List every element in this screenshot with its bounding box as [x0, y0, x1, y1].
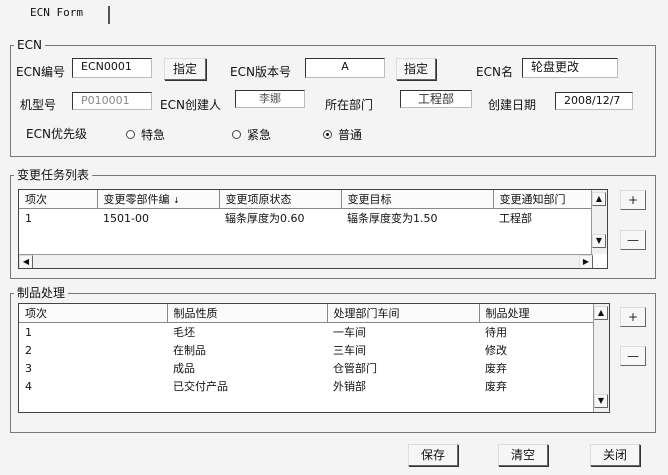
table-row[interactable]: 3 成品 仓管部门 废弃 [19, 359, 593, 377]
table-cell: 3 [25, 361, 32, 375]
table-cell: 在制品 [173, 344, 206, 357]
ecn-no-label: ECN编号 [16, 65, 65, 79]
column-header[interactable]: 制品性质 [167, 304, 328, 323]
priority-option-label: 特急 [141, 128, 166, 142]
table-cell: 1 [25, 325, 32, 339]
table-cell: 工程部 [499, 212, 532, 225]
scroll-down-icon[interactable]: ▼ [592, 234, 606, 248]
products-group-label: 制品处理 [14, 286, 69, 300]
close-button[interactable]: 关闭 [590, 444, 640, 466]
table-cell: 4 [25, 379, 32, 393]
column-header[interactable]: 变更项原状态 [219, 190, 342, 209]
scroll-left-icon[interactable]: ◀ [19, 255, 33, 268]
priority-label: ECN优先级 [26, 127, 87, 141]
date-label: 创建日期 [488, 98, 537, 112]
tasks-group-label: 变更任务列表 [14, 168, 93, 182]
table-row[interactable]: 1 1501-00 辐条厚度为0.60 辐条厚度变为1.50 工程部 [19, 209, 593, 228]
priority-radio-urgent[interactable]: 特急 [126, 126, 165, 143]
add-product-button[interactable]: + [620, 307, 646, 327]
table-cell: 三车间 [333, 344, 366, 357]
remove-product-button[interactable]: — [620, 346, 646, 366]
table-cell: 成品 [173, 362, 195, 375]
model-field[interactable]: P010001 [72, 92, 152, 110]
column-header[interactable]: 变更零部件编 ↓ [97, 190, 220, 209]
assign-ecn-no-button[interactable]: 指定 [164, 58, 206, 80]
clear-button[interactable]: 清空 [498, 444, 548, 466]
remove-task-button[interactable]: — [620, 230, 646, 250]
assign-version-button[interactable]: 指定 [396, 58, 436, 80]
ecn-name-label: ECN名 [476, 65, 513, 79]
date-field[interactable]: 2008/12/7 [555, 92, 633, 110]
table-cell: 废弃 [485, 380, 507, 393]
tasks-vertical-scrollbar[interactable]: ▲ ▼ [591, 190, 607, 254]
column-header[interactable]: 项次 [19, 190, 98, 209]
column-header[interactable]: 变更目标 [341, 190, 494, 209]
table-cell: 2 [25, 343, 32, 357]
ecn-group-label: ECN [14, 38, 45, 52]
priority-radio-emergency[interactable]: 紧急 [232, 126, 271, 143]
priority-radio-normal[interactable]: 普通 [323, 126, 362, 143]
column-header-text: 变更零部件编 [103, 193, 170, 206]
column-header[interactable]: 变更通知部门 [493, 190, 594, 209]
table-cell: 辐条厚度变为1.50 [347, 212, 438, 225]
radio-icon [232, 130, 241, 139]
table-cell: 毛坯 [173, 326, 195, 339]
column-header[interactable]: 项次 [19, 304, 168, 323]
radio-selected-icon [323, 130, 332, 139]
priority-option-label: 普通 [338, 128, 363, 142]
table-cell: 废弃 [485, 362, 507, 375]
products-vertical-scrollbar[interactable]: ▲ ▼ [593, 304, 609, 412]
tasks-horizontal-scrollbar[interactable]: ◀ ▶ [19, 254, 593, 268]
ecn-name-field[interactable]: 轮盘更改 [522, 58, 618, 78]
sort-icon: ↓ [173, 196, 180, 205]
radio-icon [126, 130, 135, 139]
version-label: ECN版本号 [230, 65, 291, 79]
scroll-right-icon[interactable]: ▶ [579, 255, 593, 268]
products-grid[interactable]: 项次 制品性质 处理部门车间 制品处理 1 毛坯 一车间 待用 2 在制品 三车… [18, 303, 610, 413]
column-header[interactable]: 制品处理 [479, 304, 594, 323]
version-field[interactable]: A [305, 58, 385, 78]
table-row[interactable]: 1 毛坯 一车间 待用 [19, 323, 593, 342]
tasks-grid[interactable]: 项次 变更零部件编 ↓ 变更项原状态 变更目标 变更通知部门 1 1501-00… [18, 189, 608, 269]
dept-label: 所在部门 [325, 98, 374, 112]
table-cell: 仓管部门 [333, 362, 377, 375]
tab-divider [108, 6, 110, 24]
table-row[interactable]: 4 已交付产品 外销部 废弃 [19, 377, 593, 395]
table-cell: 辐条厚度为0.60 [225, 212, 305, 225]
tab-title[interactable]: ECN Form [30, 6, 83, 19]
ecn-no-field[interactable]: ECN0001 [72, 58, 152, 78]
dept-field[interactable]: 工程部 [400, 90, 472, 108]
table-row[interactable]: 2 在制品 三车间 修改 [19, 341, 593, 359]
scroll-up-icon[interactable]: ▲ [594, 306, 608, 320]
scroll-up-icon[interactable]: ▲ [592, 192, 606, 206]
model-label: 机型号 [20, 98, 57, 112]
table-cell: 1 [25, 211, 32, 225]
table-cell: 修改 [485, 344, 507, 357]
table-cell: 外销部 [333, 380, 366, 393]
table-cell: 1501-00 [103, 211, 149, 225]
table-cell: 已交付产品 [173, 380, 228, 393]
column-header[interactable]: 处理部门车间 [327, 304, 480, 323]
scroll-down-icon[interactable]: ▼ [594, 394, 608, 408]
priority-option-label: 紧急 [247, 128, 272, 142]
creator-label: ECN创建人 [160, 98, 221, 112]
add-task-button[interactable]: + [620, 190, 646, 210]
creator-field[interactable]: 李娜 [235, 90, 305, 108]
table-cell: 一车间 [333, 326, 366, 339]
table-cell: 待用 [485, 326, 507, 339]
save-button[interactable]: 保存 [408, 444, 458, 466]
